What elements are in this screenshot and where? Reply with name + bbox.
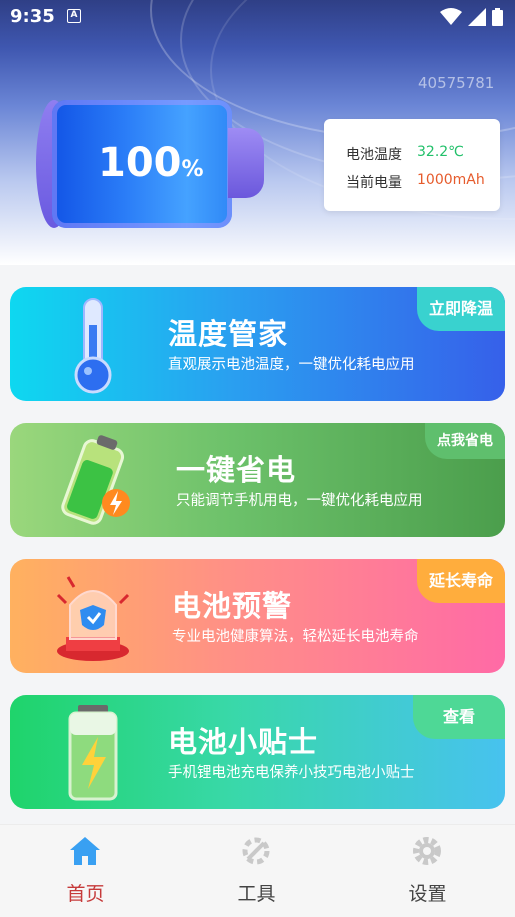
card-title: 电池小贴士 — [168, 725, 319, 759]
temperature-row: 电池温度 32.2℃ — [346, 144, 464, 164]
battery-percent: 100% — [98, 140, 204, 186]
device-id: 40575781 — [418, 74, 495, 92]
thermometer-icon — [74, 298, 112, 394]
signal-icon — [468, 8, 486, 26]
cool-down-button[interactable]: 立即降温 — [416, 287, 505, 331]
card-battery-tips[interactable]: 电池小贴士 手机锂电池充电保养小技巧电池小贴士 查看 — [10, 695, 505, 809]
save-power-button[interactable]: 点我省电 — [425, 423, 505, 459]
nav-label-home: 首页 — [66, 883, 105, 905]
card-title: 电池预警 — [172, 589, 293, 623]
card-desc: 只能调节手机用电，一键优化耗电应用 — [176, 493, 423, 509]
card-temperature-manager[interactable]: 温度管家 直观展示电池温度，一键优化耗电应用 立即降温 — [10, 287, 505, 401]
card-desc: 专业电池健康算法，轻松延长电池寿命 — [172, 629, 419, 645]
card-desc: 手机锂电池充电保养小技巧电池小贴士 — [168, 765, 415, 781]
card-title: 温度管家 — [168, 317, 289, 351]
wifi-icon — [440, 8, 462, 25]
nav-item-tools[interactable]: 工具 — [171, 825, 342, 917]
nav-item-home[interactable]: 首页 — [0, 825, 171, 917]
gear-icon — [413, 837, 441, 865]
card-desc: 直观展示电池温度，一键优化耗电应用 — [168, 357, 415, 373]
temperature-value: 32.2℃ — [417, 144, 464, 160]
battery-status-icon — [492, 8, 503, 26]
header: 9:35 A 40575781 100% 电池温度 32.2℃ 当前电量 100… — [0, 0, 515, 265]
nav-label-settings: 设置 — [408, 883, 447, 905]
capacity-value: 1000mAh — [417, 172, 485, 188]
battery-charging-icon — [61, 435, 130, 525]
view-button[interactable]: 查看 — [412, 695, 505, 739]
extend-life-button[interactable]: 延长寿命 — [416, 559, 505, 603]
battery-bolt-icon — [68, 705, 118, 801]
status-bar: 9:35 A — [0, 0, 515, 34]
capacity-label: 当前电量 — [346, 175, 402, 191]
status-time: 9:35 — [10, 6, 55, 27]
bottom-nav: 首页 工具 设置 — [0, 824, 515, 917]
nav-item-settings[interactable]: 设置 — [342, 825, 513, 917]
battery-graphic: 100% — [36, 94, 266, 234]
card-battery-warning[interactable]: 电池预警 专业电池健康算法，轻松延长电池寿命 延长寿命 — [10, 559, 505, 673]
temperature-label: 电池温度 — [346, 147, 402, 163]
battery-info-card: 电池温度 32.2℃ 当前电量 1000mAh — [324, 119, 500, 211]
capacity-row: 当前电量 1000mAh — [346, 172, 485, 192]
alarm-shield-icon — [56, 576, 130, 661]
home-icon — [70, 837, 100, 865]
card-title: 一键省电 — [176, 453, 297, 487]
nav-label-tools: 工具 — [237, 883, 276, 905]
notification-a-icon: A — [67, 9, 81, 23]
card-power-saving[interactable]: 一键省电 只能调节手机用电，一键优化耗电应用 点我省电 — [10, 423, 505, 537]
tools-icon — [242, 837, 270, 865]
